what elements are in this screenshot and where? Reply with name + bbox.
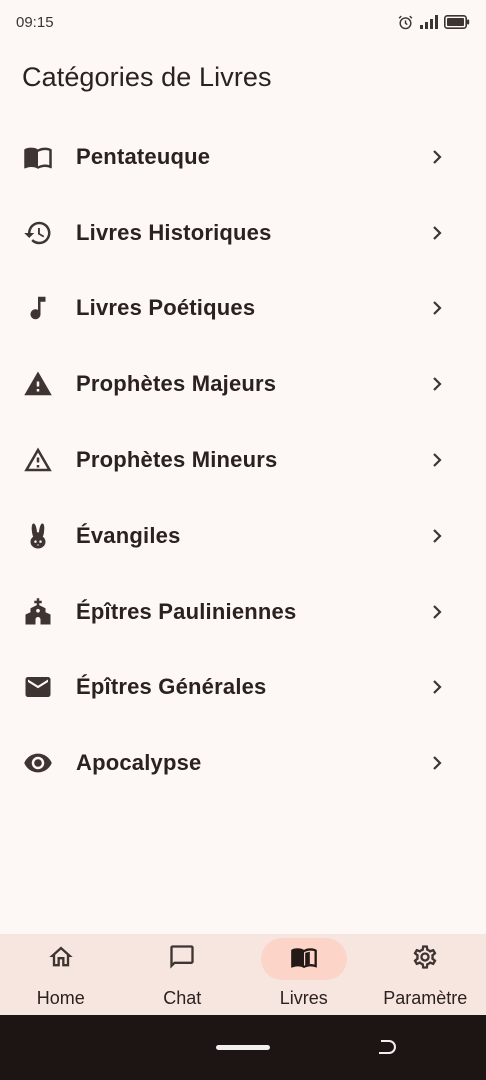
back-gesture-icon[interactable] [376, 1037, 398, 1059]
bottom-nav: Home Chat Livres Paramètre [0, 934, 486, 1015]
chevron-right-icon [428, 148, 446, 166]
category-item-epitres-pauliniennes[interactable]: Épîtres Pauliniennes [0, 574, 486, 650]
category-item-prophetes-majeurs[interactable]: Prophètes Majeurs [0, 346, 486, 422]
category-label: Pentateuque [76, 143, 211, 169]
music-note-icon [22, 292, 54, 324]
chevron-right-icon [428, 224, 446, 242]
category-item-evangiles[interactable]: Évangiles [0, 498, 486, 574]
nav-item-livres[interactable]: Livres [243, 934, 365, 1015]
nav-label: Home [36, 988, 85, 1008]
nav-pill [139, 938, 225, 980]
eye-icon [22, 747, 54, 779]
status-icons [397, 14, 470, 31]
home-gesture-pill[interactable] [216, 1045, 270, 1050]
chevron-right-icon [428, 754, 446, 772]
nav-item-chat[interactable]: Chat [122, 934, 244, 1015]
gear-icon [411, 943, 439, 976]
nav-label: Chat [163, 988, 202, 1008]
book-open-icon [22, 141, 54, 173]
category-item-epitres-generales[interactable]: Épîtres Générales [0, 650, 486, 726]
nav-label: Livres [279, 988, 328, 1008]
page-title: Catégories de Livres [22, 62, 272, 92]
home-icon [47, 943, 75, 976]
category-label: Livres Poétiques [76, 295, 256, 321]
category-label: Apocalypse [76, 750, 202, 776]
category-item-livres-poetiques[interactable]: Livres Poétiques [0, 271, 486, 347]
mail-icon [22, 671, 54, 703]
chevron-right-icon [428, 678, 446, 696]
status-bar: 09:15 [0, 0, 486, 44]
chevron-right-icon [428, 375, 446, 393]
nav-pill-active [260, 938, 347, 980]
rabbit-icon [22, 520, 54, 552]
category-item-prophetes-mineurs[interactable]: Prophètes Mineurs [0, 422, 486, 498]
category-list: Pentateuque Livres Historiques Livres Po… [0, 119, 486, 801]
chevron-right-icon [428, 527, 446, 545]
chevron-right-icon [428, 603, 446, 621]
category-label: Épîtres Pauliniennes [76, 598, 297, 624]
category-label: Livres Historiques [76, 219, 272, 245]
signal-icon [420, 15, 438, 29]
chat-icon [168, 943, 196, 976]
nav-pill [382, 938, 468, 980]
category-label: Épîtres Générales [76, 674, 267, 700]
warning-outline-icon [22, 444, 54, 476]
alarm-icon [397, 14, 414, 31]
battery-icon [444, 15, 470, 29]
category-item-apocalypse[interactable]: Apocalypse [0, 725, 486, 801]
nav-label: Paramètre [383, 988, 468, 1008]
system-nav-bar [0, 1015, 486, 1080]
church-icon [22, 596, 54, 628]
status-time: 09:15 [16, 13, 54, 31]
nav-item-parametre[interactable]: Paramètre [365, 934, 486, 1015]
book-icon [290, 943, 318, 976]
chevron-right-icon [428, 299, 446, 317]
nav-item-home[interactable]: Home [0, 934, 122, 1015]
nav-pill [18, 938, 104, 980]
category-label: Prophètes Majeurs [76, 371, 277, 397]
history-icon [22, 217, 54, 249]
chevron-right-icon [428, 451, 446, 469]
category-item-pentateuque[interactable]: Pentateuque [0, 119, 486, 195]
warning-filled-icon [22, 368, 54, 400]
category-item-livres-historiques[interactable]: Livres Historiques [0, 195, 486, 271]
category-label: Prophètes Mineurs [76, 447, 278, 473]
category-label: Évangiles [76, 522, 181, 548]
